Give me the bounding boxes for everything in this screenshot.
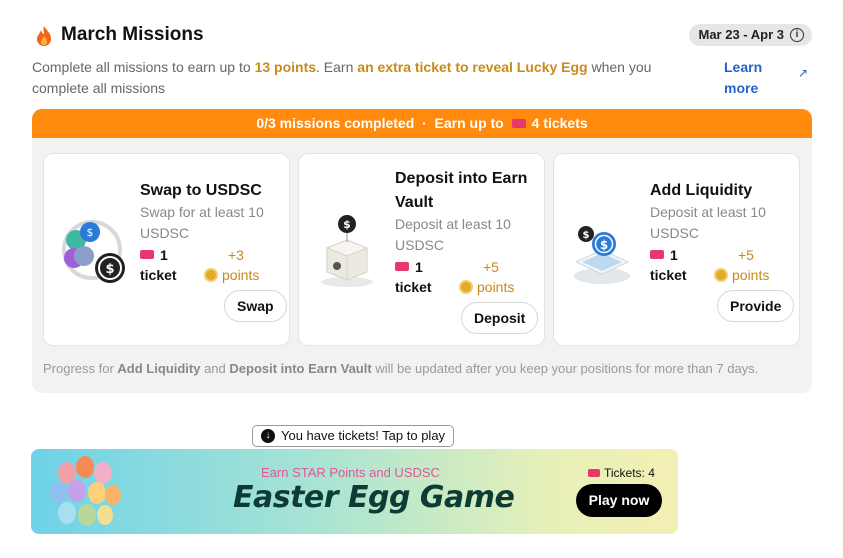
ticket-count: 1: [670, 247, 678, 263]
missions-header: March Missions Mar 23 - Apr 3 i: [32, 22, 812, 50]
mission-card-deposit: $ Deposit into Earn Vault Deposit at lea…: [298, 153, 545, 346]
progress-banner: 0/3 missions completed · Earn up to 4 ti…: [32, 109, 812, 138]
coin-icon: [714, 268, 728, 282]
points-label: points: [222, 267, 260, 283]
svg-text:$: $: [600, 238, 608, 252]
mission-title: Deposit into Earn Vault: [395, 170, 528, 211]
info-icon[interactable]: i: [790, 28, 804, 42]
ticket-icon: [395, 262, 409, 271]
description-points: 13 points: [254, 59, 317, 75]
svg-text:$: $: [583, 230, 590, 241]
swap-tokens-icon: $ $: [62, 220, 125, 283]
game-title: Easter Egg Game: [233, 480, 515, 515]
description-text: . Earn: [316, 59, 358, 75]
points-value: +5: [738, 247, 754, 263]
deposit-button[interactable]: Deposit: [461, 302, 539, 334]
progress-completed: 0/3 missions completed: [256, 115, 415, 131]
date-range-text: Mar 23 - Apr 3: [698, 27, 785, 42]
mission-ticket-reward: 1 ticket: [140, 245, 200, 285]
note-text: and: [200, 361, 230, 376]
points-label: points: [477, 279, 515, 295]
date-range-badge[interactable]: Mar 23 - Apr 3 i: [688, 24, 812, 46]
coin-icon: [459, 280, 473, 294]
svg-text:$: $: [105, 262, 114, 277]
tickets-count-text: Tickets: 4: [604, 466, 655, 480]
play-now-button[interactable]: Play now: [576, 484, 662, 517]
note-item: Add Liquidity: [117, 361, 201, 376]
swap-button[interactable]: Swap: [224, 290, 287, 322]
tickets-tooltip[interactable]: ↓ You have tickets! Tap to play: [252, 425, 455, 447]
easter-eggs-icon: [50, 456, 121, 526]
mission-points-reward: +3 points: [204, 245, 284, 285]
points-value: +5: [483, 259, 499, 275]
mission-points-reward: +5 points: [459, 257, 539, 297]
ticket-label: ticket: [650, 267, 687, 283]
ticket-icon: [588, 469, 600, 477]
description-text: Complete all missions to earn up to: [32, 59, 255, 75]
external-link-icon[interactable]: ↗: [798, 66, 808, 80]
svg-text:$: $: [87, 226, 94, 239]
tickets-count: Tickets: 4: [588, 466, 655, 480]
mission-card-swap: $ $ Swap to USDSC Swap for at least 10 U…: [43, 153, 290, 346]
mission-ticket-reward: 1 ticket: [650, 245, 710, 285]
note-text: will be updated after you keep your posi…: [371, 361, 759, 376]
mission-ticket-reward: 1 ticket: [395, 257, 455, 297]
mission-subtitle: Deposit at least 10 USDSC: [395, 216, 511, 253]
progress-earn-prefix: Earn up to: [434, 115, 504, 131]
mission-subtitle: Deposit at least 10 USDSC: [650, 204, 766, 241]
arrow-down-icon: ↓: [261, 429, 275, 443]
ticket-label: ticket: [395, 279, 432, 295]
provide-button[interactable]: Provide: [717, 290, 795, 322]
ticket-icon: [650, 250, 664, 259]
note-text: Progress for: [43, 361, 118, 376]
game-subtitle: Earn STAR Points and USDSC: [261, 465, 440, 480]
mission-subtitle: Swap for at least 10 USDSC: [140, 204, 264, 241]
svg-text:$: $: [343, 218, 351, 231]
note-item: Deposit into Earn Vault: [229, 361, 372, 376]
mission-points-reward: +5 points: [714, 245, 794, 285]
points-value: +3: [228, 247, 244, 263]
ticket-count: 1: [160, 247, 168, 263]
vault-icon: $: [321, 215, 373, 287]
points-label: points: [732, 267, 770, 283]
description-highlight: an extra ticket to reveal Lucky Egg: [357, 59, 588, 75]
missions-panel: 0/3 missions completed · Earn up to 4 ti…: [32, 109, 812, 393]
coin-icon: [204, 268, 218, 282]
learn-more-link[interactable]: Learn more: [724, 57, 784, 99]
easter-egg-banner[interactable]: Earn STAR Points and USDSC Easter Egg Ga…: [31, 449, 678, 534]
mission-card-liquidity: $ $ Add Liquidity Deposit at least 10 US…: [553, 153, 800, 346]
ticket-icon: [511, 119, 526, 128]
mission-title: Add Liquidity: [650, 182, 753, 199]
page-title: March Missions: [61, 24, 204, 45]
liquidity-pool-icon: $ $: [574, 226, 630, 284]
ticket-label: ticket: [140, 267, 177, 283]
progress-note: Progress for Add Liquidity and Deposit i…: [43, 361, 758, 376]
ticket-count: 1: [415, 259, 423, 275]
progress-separator: ·: [422, 115, 427, 131]
mission-title: Swap to USDSC: [140, 182, 262, 199]
flame-icon: [37, 26, 51, 46]
missions-description: Complete all missions to earn up to 13 p…: [32, 57, 712, 99]
tooltip-text: You have tickets! Tap to play: [281, 428, 446, 443]
progress-tickets: 4 tickets: [531, 115, 588, 131]
ticket-icon: [140, 250, 154, 259]
